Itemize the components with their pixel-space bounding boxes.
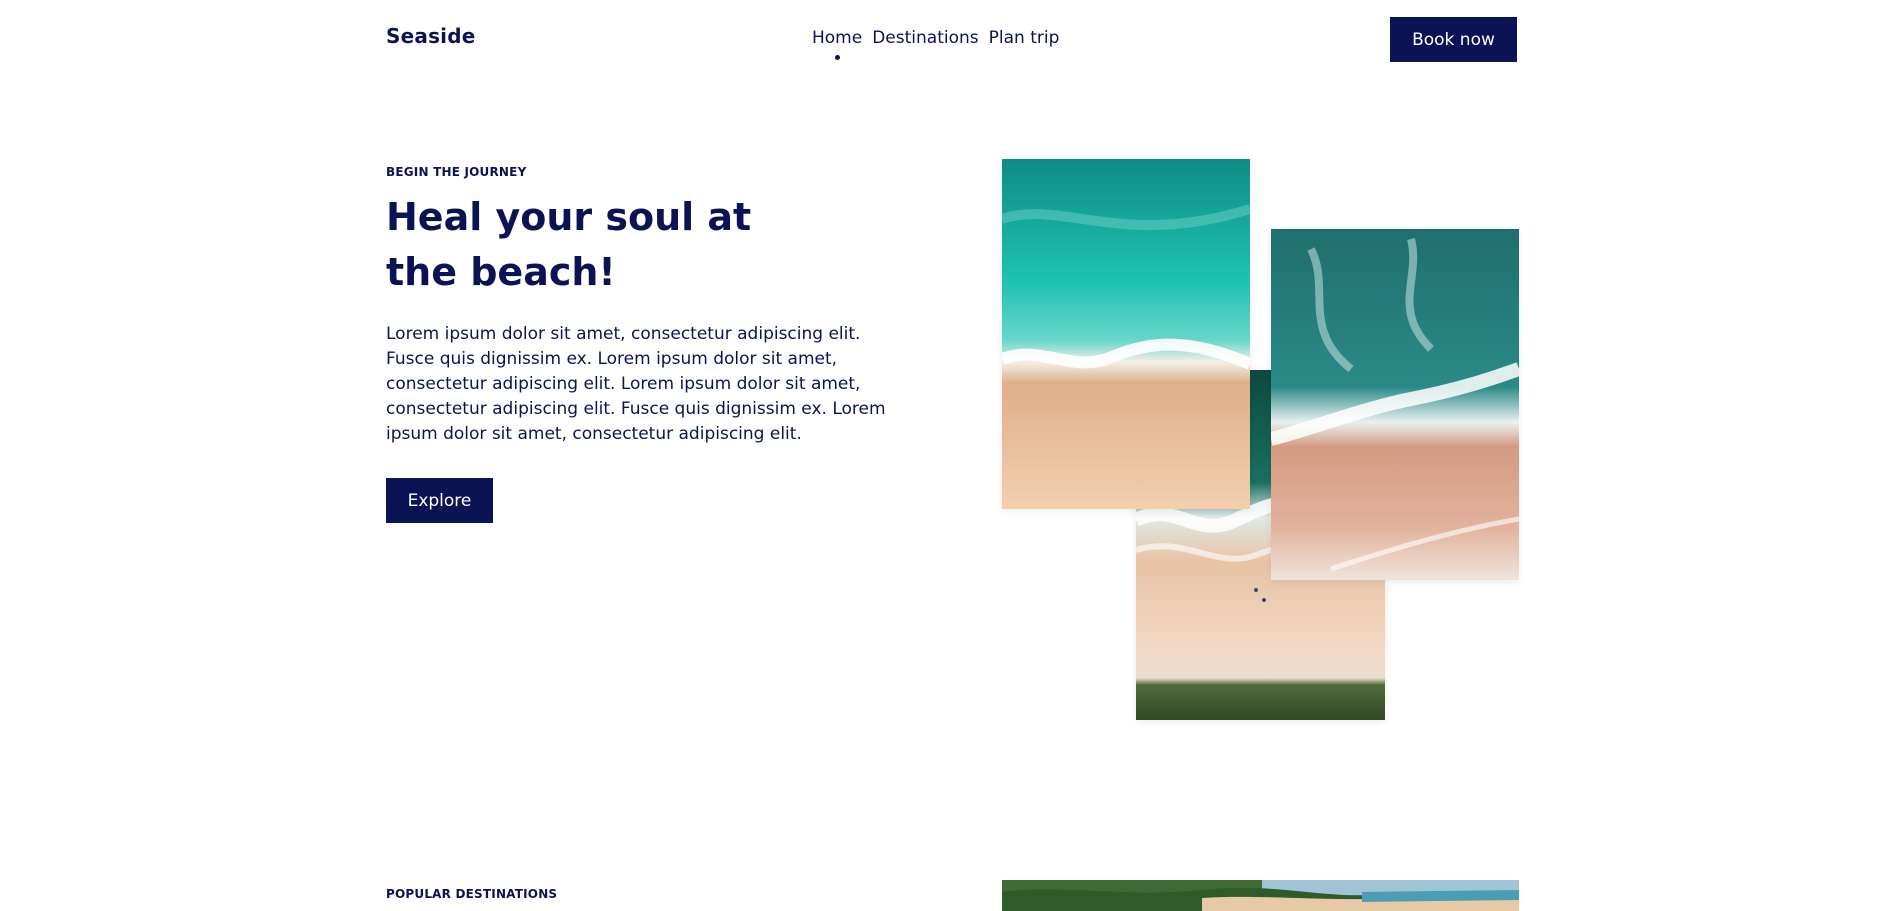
hero-description: Lorem ipsum dolor sit amet, consectetur … — [386, 324, 886, 444]
logo[interactable]: Seaside — [386, 24, 476, 48]
explore-button[interactable]: Explore — [386, 478, 493, 523]
nav-item-plan-trip[interactable]: Plan trip — [989, 28, 1060, 48]
hero-title: Heal your soul at the beach! — [386, 195, 752, 294]
main-nav: Home Destinations Plan trip — [812, 28, 1060, 60]
nav-item-label: Plan trip — [988, 28, 1060, 48]
nav-item-home[interactable]: Home — [812, 28, 863, 60]
destination-photo-coast — [1002, 880, 1519, 911]
beach-photo-waves — [1271, 229, 1519, 580]
destinations-eyebrow: POPULAR DESTINATIONS — [386, 887, 558, 901]
hero-eyebrow: BEGIN THE JOURNEY — [386, 165, 527, 179]
book-now-button[interactable]: Book now — [1390, 17, 1517, 62]
nav-item-label: Destinations — [872, 28, 979, 48]
nav-item-destinations[interactable]: Destinations — [872, 28, 978, 48]
nav-item-label: Home — [812, 28, 863, 48]
active-indicator-dot — [834, 55, 840, 60]
beach-photo-turquoise — [1002, 159, 1250, 509]
